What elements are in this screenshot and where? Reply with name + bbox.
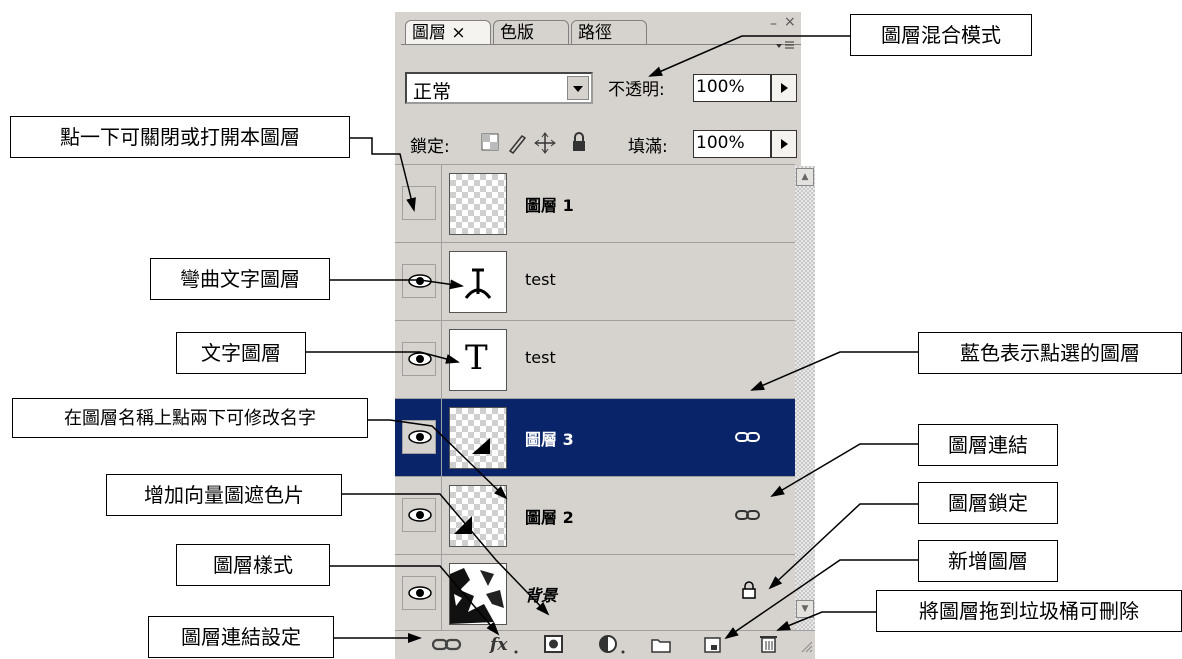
arrow-text-layer (306, 351, 460, 364)
arrow-warped-text (330, 279, 464, 290)
arrow-rename (368, 419, 508, 500)
arrow-layer-style (330, 565, 500, 636)
arrow-new-layer (724, 559, 918, 640)
arrow-vector-mask (342, 493, 550, 616)
callout-arrows (306, 35, 918, 643)
arrow-layer-lock (768, 503, 918, 590)
arrow-selected-layer (750, 351, 918, 391)
arrow-delete-layer (776, 611, 876, 631)
arrow-blend-mode (648, 35, 850, 77)
arrow-layer-link (770, 443, 918, 498)
arrow-toggle-visibility (350, 137, 416, 212)
